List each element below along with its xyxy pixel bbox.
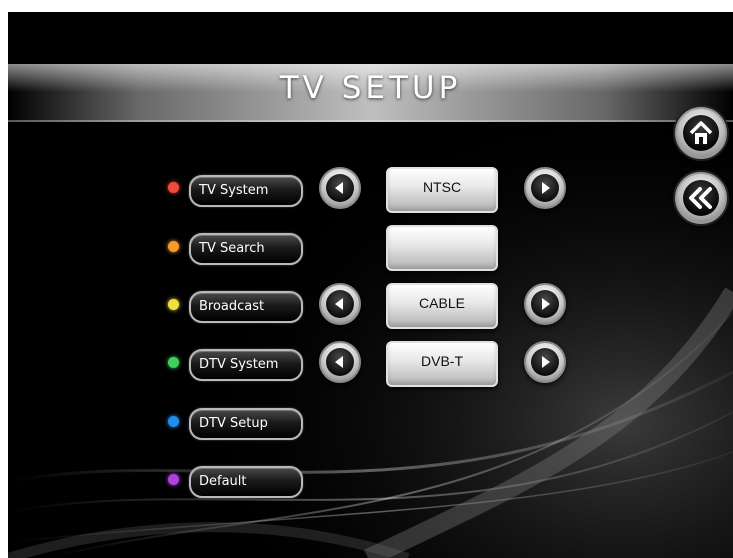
tv-system-value: NTSC bbox=[386, 167, 498, 213]
broadcast-button[interactable]: Broadcast bbox=[189, 291, 303, 323]
arrow-left-icon bbox=[335, 298, 343, 310]
tv-search-value bbox=[386, 225, 498, 271]
arrow-left-icon bbox=[335, 182, 343, 194]
broadcast-value: CABLE bbox=[386, 283, 498, 329]
tv-system-prev-button[interactable] bbox=[319, 167, 361, 209]
red-indicator-dot bbox=[168, 182, 179, 193]
tv-search-button[interactable]: TV Search bbox=[189, 233, 303, 265]
green-indicator-dot bbox=[168, 357, 179, 368]
arrow-left-icon bbox=[335, 356, 343, 368]
tv-system-next-button[interactable] bbox=[524, 167, 566, 209]
tv-setup-screen: TV SETUP TV System NTSC TV Search Broadc… bbox=[8, 12, 733, 558]
dtv-system-next-button[interactable] bbox=[524, 341, 566, 383]
arrow-right-icon bbox=[542, 182, 550, 194]
tv-system-button[interactable]: TV System bbox=[189, 175, 303, 207]
home-button[interactable] bbox=[675, 107, 727, 159]
page-title: TV SETUP bbox=[279, 70, 462, 106]
dtv-system-value: DVB-T bbox=[386, 341, 498, 387]
yellow-indicator-dot bbox=[168, 299, 179, 310]
home-icon bbox=[689, 121, 713, 144]
orange-indicator-dot bbox=[168, 241, 179, 252]
back-icon bbox=[689, 187, 712, 209]
back-button[interactable] bbox=[675, 172, 727, 224]
arrow-right-icon bbox=[542, 356, 550, 368]
broadcast-prev-button[interactable] bbox=[319, 283, 361, 325]
blue-indicator-dot bbox=[168, 416, 179, 427]
arrow-right-icon bbox=[542, 298, 550, 310]
broadcast-next-button[interactable] bbox=[524, 283, 566, 325]
dtv-setup-button[interactable]: DTV Setup bbox=[189, 408, 303, 440]
default-button[interactable]: Default bbox=[189, 466, 303, 498]
dtv-system-prev-button[interactable] bbox=[319, 341, 361, 383]
dtv-system-button[interactable]: DTV System bbox=[189, 349, 303, 381]
purple-indicator-dot bbox=[168, 474, 179, 485]
